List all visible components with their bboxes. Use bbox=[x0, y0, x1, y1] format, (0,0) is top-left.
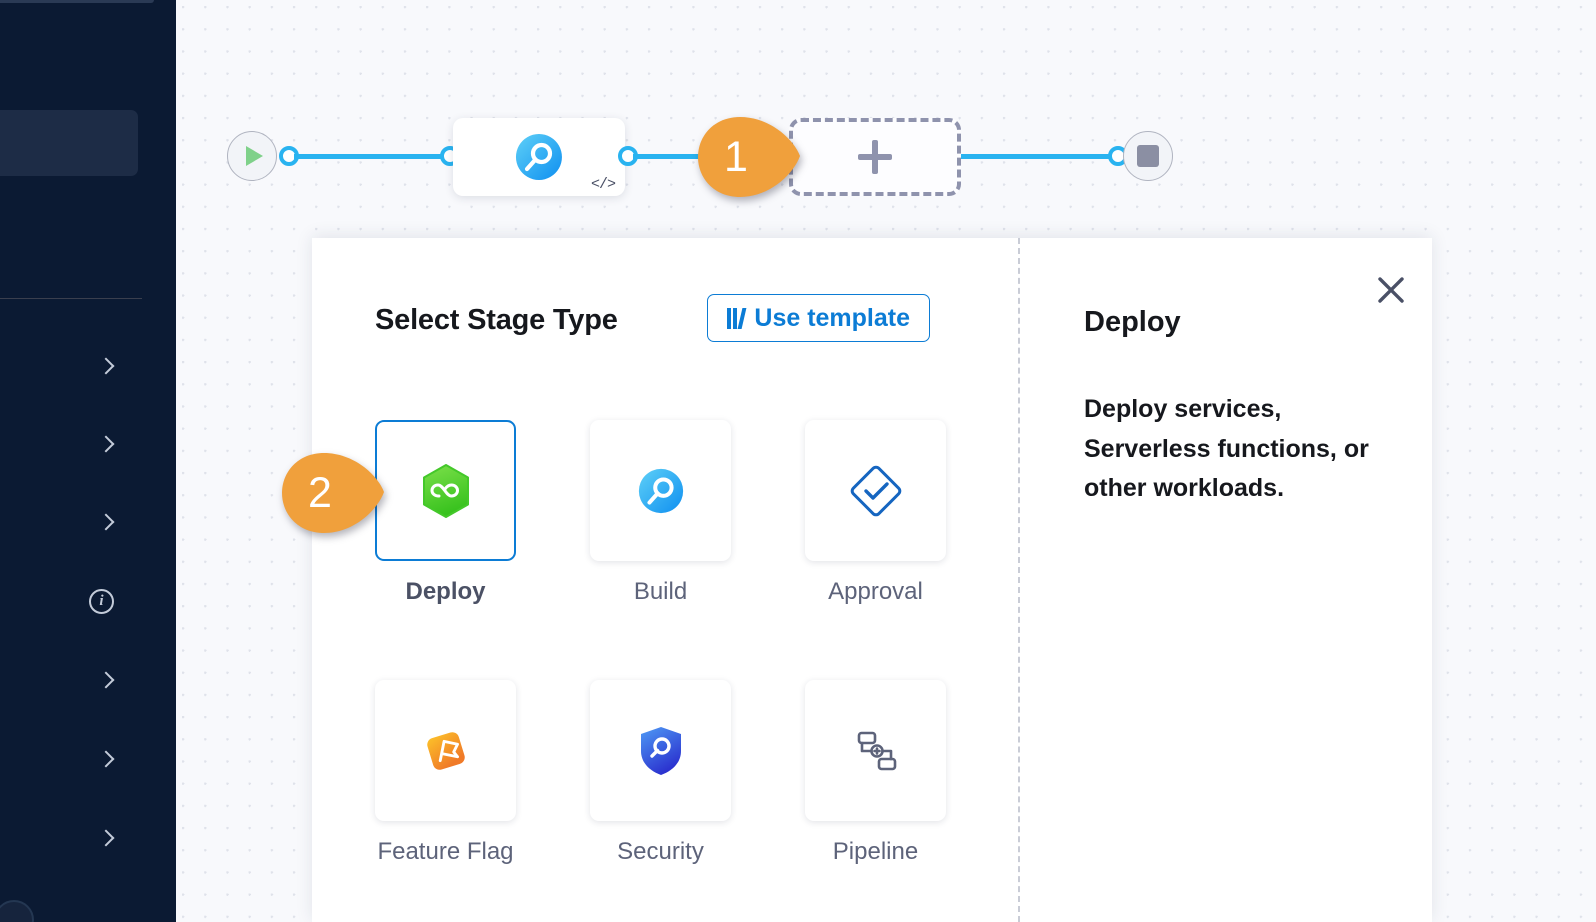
feature-flag-icon bbox=[421, 726, 471, 776]
build-label: Build bbox=[634, 578, 687, 606]
deploy-label: Deploy bbox=[405, 578, 485, 606]
wire-start-to-stage bbox=[294, 154, 444, 159]
stage-detail-panel: Deploy Deploy services, Serverless funct… bbox=[1082, 238, 1432, 922]
pipeline-nodes-icon bbox=[850, 725, 902, 777]
stage-type-panel: Select Stage Type Use template bbox=[312, 238, 1432, 922]
sidebar-item-5[interactable]: s bbox=[0, 663, 142, 697]
play-icon bbox=[246, 146, 263, 166]
use-template-button[interactable]: Use template bbox=[707, 294, 930, 342]
build-stage-icon bbox=[513, 131, 565, 183]
chevron-right-icon bbox=[98, 830, 114, 846]
left-sidebar: i s ering ory bbox=[0, 0, 176, 922]
sidebar-item-6[interactable]: ering bbox=[0, 742, 142, 776]
detail-title: Deploy bbox=[1084, 306, 1181, 339]
callout-number-2: 2 bbox=[281, 452, 359, 534]
info-icon: i bbox=[89, 589, 114, 614]
stage-type-pipeline[interactable]: Pipeline bbox=[805, 680, 946, 866]
pipeline-start-node[interactable] bbox=[227, 131, 277, 181]
callout-marker-2: 2 bbox=[281, 452, 385, 534]
feature-flag-tile[interactable] bbox=[375, 680, 516, 821]
callout-marker-1: 1 bbox=[697, 116, 801, 198]
approval-check-icon bbox=[849, 464, 903, 518]
security-shield-icon bbox=[638, 725, 684, 777]
build-tile[interactable] bbox=[590, 420, 731, 561]
close-button[interactable] bbox=[1371, 270, 1411, 310]
sidebar-item-3[interactable] bbox=[0, 505, 142, 539]
start-node-circle bbox=[227, 131, 277, 181]
add-stage-button[interactable] bbox=[789, 118, 961, 196]
detail-description: Deploy services, Serverless functions, o… bbox=[1084, 390, 1374, 509]
sidebar-item-2[interactable] bbox=[0, 427, 142, 461]
pipeline-label: Pipeline bbox=[833, 838, 918, 866]
sidebar-top-divider bbox=[0, 0, 154, 3]
app-root: </> 1 2 bbox=[0, 0, 1596, 922]
stage-type-feature-flag[interactable]: Feature Flag bbox=[375, 680, 516, 866]
end-node-circle bbox=[1123, 131, 1173, 181]
page-title: Select Stage Type bbox=[375, 304, 618, 337]
pipeline-graph: </> bbox=[176, 0, 1596, 235]
panel-divider bbox=[1018, 238, 1020, 922]
sidebar-divider bbox=[0, 298, 142, 299]
sidebar-item-1[interactable] bbox=[0, 349, 142, 383]
stage-type-deploy[interactable]: Deploy bbox=[375, 420, 516, 606]
build-circle-icon bbox=[636, 466, 686, 516]
deploy-tile[interactable] bbox=[375, 420, 516, 561]
close-icon bbox=[1376, 275, 1406, 305]
pipeline-end-node[interactable] bbox=[1123, 131, 1173, 181]
chevron-right-icon bbox=[98, 672, 114, 688]
chevron-right-icon bbox=[98, 358, 114, 374]
use-template-label: Use template bbox=[754, 304, 910, 333]
wire-add-to-end bbox=[961, 154, 1121, 159]
stage-type-approval[interactable]: Approval bbox=[805, 420, 946, 606]
chevron-right-icon bbox=[98, 436, 114, 452]
chevron-right-icon bbox=[98, 751, 114, 767]
security-tile[interactable] bbox=[590, 680, 731, 821]
deploy-hexagon-icon bbox=[420, 463, 472, 519]
approval-label: Approval bbox=[828, 578, 923, 606]
stage-code-badge[interactable]: </> bbox=[591, 176, 615, 193]
sidebar-item-7[interactable]: ory bbox=[0, 821, 142, 855]
pipeline-stage-build[interactable]: </> bbox=[453, 118, 625, 196]
callout-number-1: 1 bbox=[697, 116, 775, 198]
security-label: Security bbox=[617, 838, 704, 866]
template-library-icon bbox=[727, 308, 743, 329]
stage-type-build[interactable]: Build bbox=[590, 420, 731, 606]
sidebar-item-4[interactable]: i bbox=[0, 584, 142, 618]
stage-type-row: Deploy bbox=[375, 420, 975, 606]
plus-icon bbox=[858, 140, 892, 174]
stage-type-security[interactable]: Security bbox=[590, 680, 731, 866]
stop-icon bbox=[1137, 145, 1159, 167]
pipeline-tile[interactable] bbox=[805, 680, 946, 821]
feature-flag-label: Feature Flag bbox=[377, 838, 513, 866]
chevron-right-icon bbox=[98, 514, 114, 530]
sidebar-active-item[interactable] bbox=[0, 110, 138, 176]
sidebar-avatar[interactable] bbox=[0, 900, 34, 922]
stage-type-row: Feature Flag bbox=[375, 680, 975, 866]
approval-tile[interactable] bbox=[805, 420, 946, 561]
stage-type-grid: Deploy bbox=[375, 420, 975, 866]
